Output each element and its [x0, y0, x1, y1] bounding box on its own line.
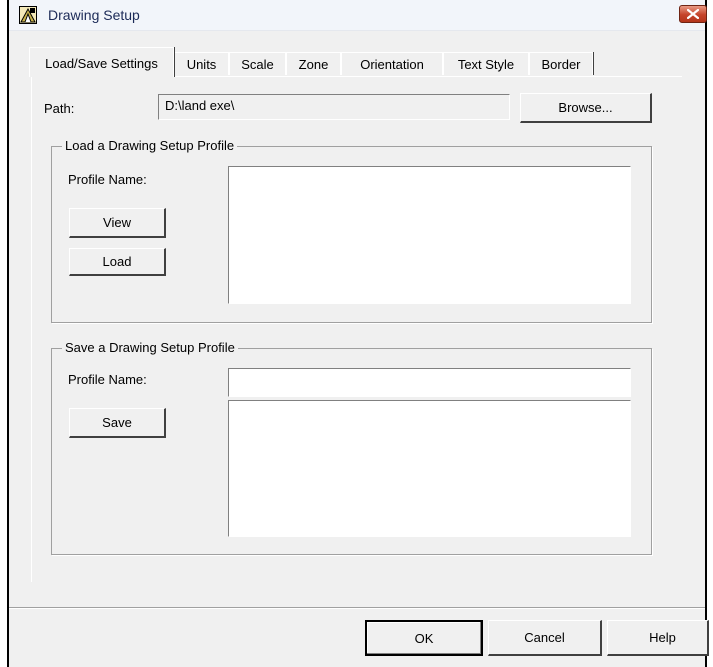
- window-title: Drawing Setup: [48, 7, 140, 23]
- tab-border[interactable]: Border: [529, 52, 593, 75]
- drawing-setup-app-icon: [19, 6, 37, 24]
- tab-units[interactable]: Units: [174, 52, 229, 75]
- save-profile-name-input[interactable]: [228, 368, 631, 397]
- save-profile-group-legend: Save a Drawing Setup Profile: [62, 340, 238, 355]
- title-bar[interactable]: Drawing Setup: [9, 0, 707, 31]
- save-profile-name-label: Profile Name:: [68, 372, 147, 387]
- ok-button[interactable]: OK: [365, 620, 483, 656]
- help-button[interactable]: Help: [607, 620, 709, 656]
- save-profile-list[interactable]: [228, 400, 631, 537]
- load-button[interactable]: Load: [69, 248, 166, 276]
- view-button[interactable]: View: [69, 208, 166, 238]
- tab-zone[interactable]: Zone: [286, 52, 341, 75]
- tab-text-style[interactable]: Text Style: [443, 52, 529, 75]
- tab-orientation[interactable]: Orientation: [341, 52, 443, 75]
- load-profile-name-label: Profile Name:: [68, 172, 147, 187]
- save-button[interactable]: Save: [69, 408, 166, 438]
- browse-button[interactable]: Browse...: [520, 93, 652, 123]
- load-profile-list[interactable]: [228, 166, 631, 304]
- close-button[interactable]: [679, 5, 707, 23]
- path-label: Path:: [44, 101, 75, 116]
- path-field[interactable]: D:\land exe\: [158, 94, 510, 120]
- cancel-button[interactable]: Cancel: [488, 620, 602, 656]
- tab-scale[interactable]: Scale: [229, 52, 286, 75]
- load-profile-group-legend: Load a Drawing Setup Profile: [62, 138, 238, 153]
- drawing-setup-dialog: Drawing Setup Load/Save Settings Units S…: [7, 0, 709, 667]
- tab-load-save-settings[interactable]: Load/Save Settings: [29, 47, 174, 77]
- footer-separator: [9, 607, 705, 609]
- close-icon: [687, 9, 699, 19]
